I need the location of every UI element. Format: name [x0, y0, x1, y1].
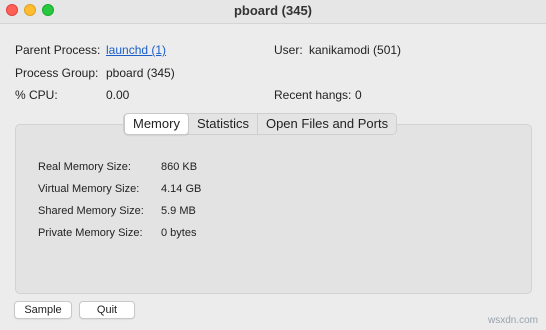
process-group-label: Process Group:	[15, 66, 99, 80]
watermark: wsxdn.com	[487, 315, 538, 326]
virtual-memory-label: Virtual Memory Size:	[38, 183, 140, 195]
title-bar[interactable]: pboard (345)	[0, 0, 546, 24]
process-info-window: pboard (345) Parent Process: launchd (1)…	[0, 0, 546, 330]
shared-memory-value: 5.9 MB	[161, 205, 196, 217]
user-label: User:	[274, 43, 303, 57]
tab-memory[interactable]: Memory	[124, 113, 189, 135]
user-value: kanikamodi (501)	[309, 43, 402, 57]
real-memory-value: 860 KB	[161, 161, 198, 173]
parent-process-label: Parent Process:	[15, 43, 101, 57]
sample-button[interactable]: Sample	[14, 301, 72, 319]
shared-memory-label: Shared Memory Size:	[38, 205, 144, 217]
tab-open-files-and-ports[interactable]: Open Files and Ports	[258, 114, 396, 134]
tab-bar: Memory Statistics Open Files and Ports	[123, 113, 398, 135]
cpu-label: % CPU:	[15, 88, 58, 102]
cpu-value: 0.00	[106, 88, 130, 102]
recent-hangs-label: Recent hangs:	[274, 88, 352, 102]
parent-process-link[interactable]: launchd (1)	[106, 43, 166, 57]
real-memory-label: Real Memory Size:	[38, 161, 131, 173]
recent-hangs-value: 0	[355, 88, 362, 102]
quit-button[interactable]: Quit	[79, 301, 135, 319]
process-group-value: pboard (345)	[106, 66, 175, 80]
tab-statistics[interactable]: Statistics	[189, 114, 258, 134]
private-memory-value: 0 bytes	[161, 227, 197, 239]
private-memory-label: Private Memory Size:	[38, 227, 143, 239]
virtual-memory-value: 4.14 GB	[161, 183, 202, 195]
window-title: pboard (345)	[233, 3, 312, 18]
